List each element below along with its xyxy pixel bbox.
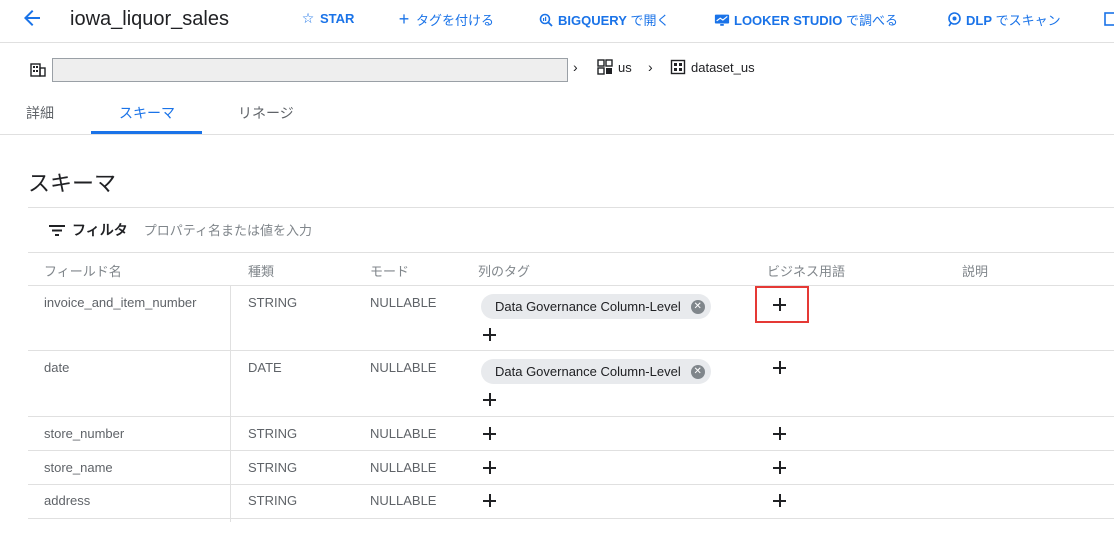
filter-label: フィルタ	[72, 222, 128, 238]
remove-tag-icon[interactable]: ✕	[690, 299, 705, 314]
open-in-bigquery-suffix: で開く	[626, 13, 670, 28]
explore-looker-studio-button[interactable]: LOOKER STUDIO で調べる	[714, 10, 898, 29]
add-column-tag-icon[interactable]	[480, 424, 500, 444]
type-cell: DATE	[248, 360, 282, 375]
add-business-term-icon[interactable]	[770, 458, 790, 478]
column-tag-chip[interactable]: Data Governance Column-Level ✕	[481, 294, 711, 319]
type-cell: STRING	[248, 426, 298, 441]
add-column-tag-icon[interactable]	[480, 390, 500, 410]
field-name-cell: date	[44, 360, 70, 375]
column-header-business-terms[interactable]: ビジネス用語	[767, 261, 845, 280]
field-name-cell: invoice_and_item_number	[44, 295, 197, 310]
star-outline-icon: ☆	[301, 9, 315, 26]
filter-divider	[28, 252, 1114, 253]
dataset-icon	[670, 59, 686, 75]
add-column-tag-icon[interactable]	[480, 458, 500, 478]
top-bar-divider	[0, 42, 1114, 43]
column-header-field-name[interactable]: フィールド名	[44, 261, 122, 280]
add-business-term-icon[interactable]	[770, 424, 790, 444]
highlight-box	[755, 286, 809, 323]
looker-studio-bold: LOOKER STUDIO	[734, 13, 843, 28]
column-header-column-tags[interactable]: 列のタグ	[478, 261, 530, 280]
type-cell: STRING	[248, 295, 298, 310]
section-title: スキーマ	[28, 171, 117, 196]
mode-cell: NULLABLE	[370, 460, 437, 475]
overflow-icon[interactable]	[1104, 12, 1114, 26]
add-business-term-icon[interactable]	[770, 491, 790, 511]
looker-studio-suffix: で調べる	[842, 13, 898, 28]
open-in-bigquery-bold: BIGQUERY	[558, 13, 627, 28]
dlp-bold: DLP	[966, 13, 992, 28]
tab-lineage[interactable]: リネージ	[238, 103, 294, 123]
scan-with-dlp-button[interactable]: DLP でスキャン	[946, 10, 1061, 29]
mode-cell: NULLABLE	[370, 426, 437, 441]
row-divider	[28, 450, 1114, 451]
column-tag-chip[interactable]: Data Governance Column-Level ✕	[481, 359, 711, 384]
type-cell: STRING	[248, 460, 298, 475]
open-in-bigquery-button[interactable]: BIGQUERY で開く	[538, 10, 669, 29]
breadcrumb-dataset-label: dataset_us	[691, 59, 755, 75]
bigquery-icon	[538, 12, 554, 28]
column-header-description[interactable]: 説明	[962, 261, 988, 280]
building-icon	[30, 63, 46, 77]
plus-icon: +	[398, 9, 410, 29]
dlp-icon	[946, 12, 962, 28]
row-divider	[28, 350, 1114, 351]
chevron-right-icon: ›	[573, 59, 578, 75]
star-button-label: STAR	[320, 10, 355, 26]
row-divider	[28, 416, 1114, 417]
breadcrumb-location[interactable]: us	[597, 59, 632, 75]
tab-divider	[0, 134, 1114, 135]
dlp-suffix: でスキャン	[992, 13, 1061, 28]
tab-schema[interactable]: スキーマ	[119, 103, 175, 123]
chevron-right-icon: ›	[648, 59, 653, 75]
add-column-tag-icon[interactable]	[480, 325, 500, 345]
add-tag-button[interactable]: + タグを付ける	[396, 9, 495, 29]
row-divider	[28, 484, 1114, 485]
star-button[interactable]: ☆ STAR	[300, 9, 355, 26]
mode-cell: NULLABLE	[370, 493, 437, 508]
column-tag-chip-label: Data Governance Column-Level	[495, 299, 681, 314]
tab-bar: 詳細 スキーマ リネージ	[0, 92, 1114, 134]
mode-cell: NULLABLE	[370, 360, 437, 375]
looker-studio-icon	[714, 12, 730, 28]
column-tag-chip-label: Data Governance Column-Level	[495, 364, 681, 379]
field-name-cell: store_number	[44, 426, 125, 441]
column-divider	[230, 286, 231, 522]
remove-tag-icon[interactable]: ✕	[690, 364, 705, 379]
filter-bar: フィルタ	[48, 220, 364, 240]
field-name-cell: store_name	[44, 460, 113, 475]
column-header-type[interactable]: 種類	[248, 261, 274, 280]
project-breadcrumb[interactable]	[52, 58, 568, 82]
tab-details[interactable]: 詳細	[26, 103, 54, 123]
filter-input[interactable]	[143, 222, 364, 238]
add-column-tag-icon[interactable]	[480, 491, 500, 511]
add-business-term-icon[interactable]	[770, 358, 790, 378]
page-title: iowa_liquor_sales	[70, 8, 229, 30]
breadcrumb-location-label: us	[618, 59, 632, 75]
breadcrumb-dataset[interactable]: dataset_us	[670, 59, 755, 75]
breadcrumb: › us › dataset_us	[0, 52, 1114, 86]
table-header-divider	[28, 285, 1114, 286]
field-name-cell: address	[44, 493, 91, 508]
type-cell: STRING	[248, 493, 298, 508]
filter-icon	[49, 225, 65, 236]
section-divider	[28, 207, 1114, 208]
top-bar: iowa_liquor_sales ☆ STAR + タグを付ける BIGQUE…	[0, 0, 1114, 40]
column-header-mode[interactable]: モード	[370, 261, 409, 280]
add-tag-button-label: タグを付ける	[416, 13, 495, 28]
mode-cell: NULLABLE	[370, 295, 437, 310]
arrow-left-icon[interactable]	[20, 6, 44, 30]
row-divider	[28, 518, 1114, 519]
location-grid-icon	[597, 59, 613, 75]
